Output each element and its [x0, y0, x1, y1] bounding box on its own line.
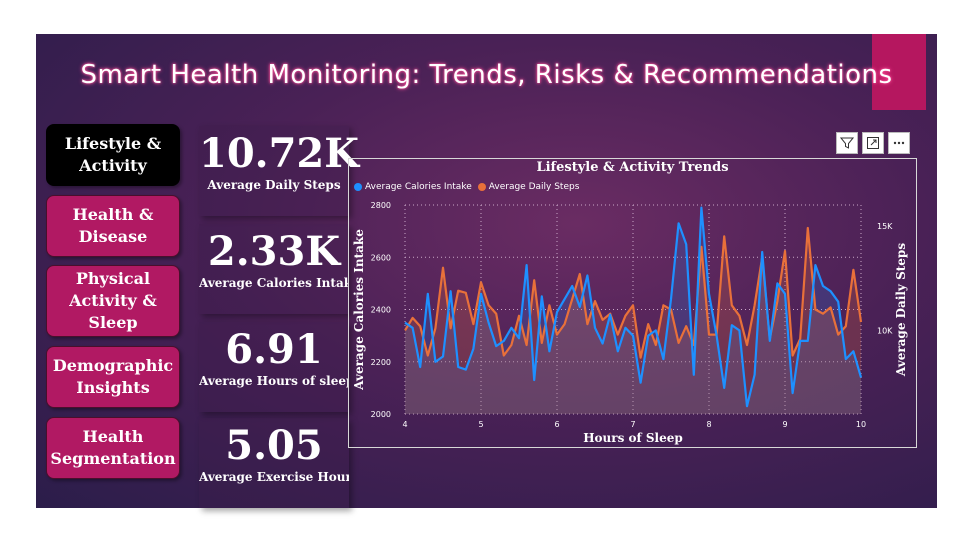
- y2-axis-title: Average Daily Steps: [894, 243, 908, 377]
- x-tick-label: 6: [554, 420, 559, 429]
- x-tick-label: 8: [706, 420, 711, 429]
- kpi-label: Average Exercise Hours ...: [199, 470, 349, 484]
- nav-button-physical-activity-sleep[interactable]: Physical Activity & Sleep: [46, 265, 180, 337]
- focus-mode-icon[interactable]: [862, 132, 884, 154]
- kpi-card-hours-sleep: 6.91 Average Hours of sleep: [199, 322, 349, 412]
- x-axis-title: Hours of Sleep: [583, 431, 683, 445]
- y-tick-label: 2200: [371, 358, 391, 367]
- y-tick-label: 2800: [371, 201, 391, 210]
- kpi-card-calories-intake: 2.33K Average Calories Intake: [199, 224, 349, 314]
- y-tick-label: 2600: [371, 253, 391, 262]
- kpi-value: 5.05: [225, 422, 323, 469]
- y-tick-label: 2000: [371, 410, 391, 419]
- y2-tick-label: 15K: [877, 222, 893, 231]
- more-options-icon[interactable]: [888, 132, 910, 154]
- dashboard-slide: Smart Health Monitoring: Trends, Risks &…: [36, 34, 937, 508]
- x-tick-label: 5: [478, 420, 483, 429]
- kpi-card-exercise-hours: 5.05 Average Exercise Hours ...: [199, 418, 349, 508]
- nav-button-health-segmentation[interactable]: Health Segmentation: [46, 417, 180, 479]
- kpi-value: 10.72K: [199, 130, 360, 177]
- y2-tick-label: 10K: [877, 326, 893, 335]
- x-tick-label: 7: [630, 420, 635, 429]
- nav-button-health-disease[interactable]: Health & Disease: [46, 195, 180, 257]
- kpi-value: 6.91: [225, 326, 323, 373]
- kpi-label: Average Calories Intake: [199, 276, 349, 290]
- filter-icon[interactable]: [836, 132, 858, 154]
- x-tick-label: 9: [782, 420, 787, 429]
- kpi-label: Average Hours of sleep: [199, 374, 349, 388]
- nav-button-demographic-insights[interactable]: Demographic Insights: [46, 346, 180, 408]
- chart-plot: 4 5 6 7 8 9 10 2000 2200 2400 2600 2800 10K 15K Hours …: [352, 201, 908, 445]
- y-axis-title: Average Calories Intake: [352, 229, 366, 391]
- y-tick-label: 2400: [371, 306, 391, 315]
- kpi-label: Average Daily Steps: [207, 178, 341, 192]
- x-tick-label: 4: [402, 420, 407, 429]
- page-title: Smart Health Monitoring: Trends, Risks &…: [80, 60, 893, 90]
- visual-toolbar: [836, 132, 910, 154]
- kpi-card-daily-steps: 10.72K Average Daily Steps: [199, 126, 360, 216]
- lifestyle-trends-chart[interactable]: Lifestyle & Activity Trends Average Calo…: [348, 158, 917, 448]
- nav-button-lifestyle-activity[interactable]: Lifestyle & Activity: [46, 124, 180, 186]
- kpi-value: 2.33K: [207, 228, 341, 275]
- x-tick-label: 10: [856, 420, 866, 429]
